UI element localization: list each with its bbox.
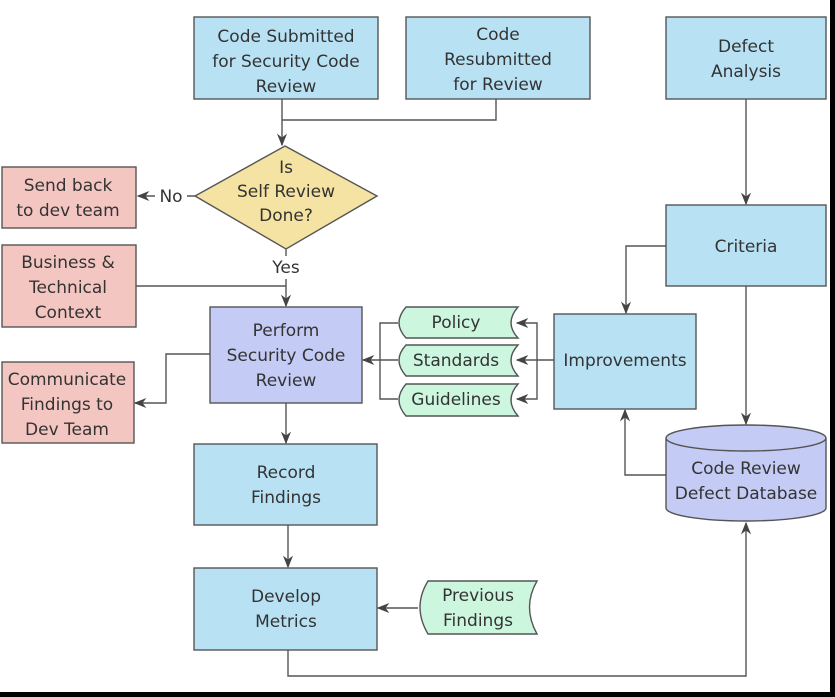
- edge-perform-to-communicate: [133, 353, 210, 409]
- node-standards[interactable]: Standards: [398, 344, 520, 377]
- edge-improvements-to-policy: [515, 317, 538, 360]
- svg-text:Guidelines: Guidelines: [411, 390, 501, 410]
- edge-label-yes: Yes: [271, 258, 300, 278]
- node-previous-findings[interactable]: Previous Findings: [419, 580, 539, 635]
- flowchart: No Yes Code Submitted for Security Code Re…: [1, 16, 827, 677]
- edge-improvements-to-guidelines: [515, 360, 538, 405]
- node-business-context[interactable]: Business & Technical Context: [1, 244, 137, 328]
- svg-text:Policy: Policy: [432, 313, 481, 333]
- svg-text:Improvements: Improvements: [563, 351, 686, 371]
- node-defect-analysis[interactable]: Defect Analysis: [665, 16, 827, 100]
- svg-text:Business &TechnicalContext: Business & Technical Context: [21, 253, 115, 323]
- node-send-back[interactable]: Send back to dev team: [1, 166, 137, 229]
- node-improvements[interactable]: Improvements: [553, 313, 697, 410]
- edge-criteria-to-improvements: [620, 245, 666, 315]
- edge-database-to-improvements: [619, 408, 666, 476]
- node-code-submitted[interactable]: Code Submitted for Security Code Review: [193, 16, 379, 100]
- node-decision-self-review[interactable]: Is Self Review Done?: [193, 145, 379, 250]
- node-policy[interactable]: Policy: [398, 306, 520, 339]
- node-code-resubmitted[interactable]: Code Resubmitted for Review: [405, 16, 591, 100]
- node-record-findings[interactable]: Record Findings: [193, 443, 378, 526]
- node-perform-review[interactable]: Perform Security Code Review: [209, 306, 363, 404]
- svg-text:Standards: Standards: [413, 351, 499, 371]
- node-develop-metrics[interactable]: Develop Metrics: [193, 567, 378, 651]
- node-communicate[interactable]: Communicate Findings to Dev Team: [1, 361, 135, 444]
- node-defect-database[interactable]: Code Review Defect Database: [665, 424, 827, 522]
- svg-text:CommunicateFindings toDev Team: Communicate Findings to Dev Team: [8, 370, 127, 440]
- diagram-canvas: No Yes Code Submitted for Security Code Re…: [0, 0, 830, 692]
- node-guidelines[interactable]: Guidelines: [398, 383, 520, 417]
- edge-guidance-bracket: [379, 322, 398, 400]
- svg-text:Criteria: Criteria: [715, 237, 778, 257]
- edge-label-no: No: [159, 187, 182, 207]
- edge-resubmitted-to-decision: [282, 99, 497, 121]
- node-criteria[interactable]: Criteria: [665, 204, 827, 287]
